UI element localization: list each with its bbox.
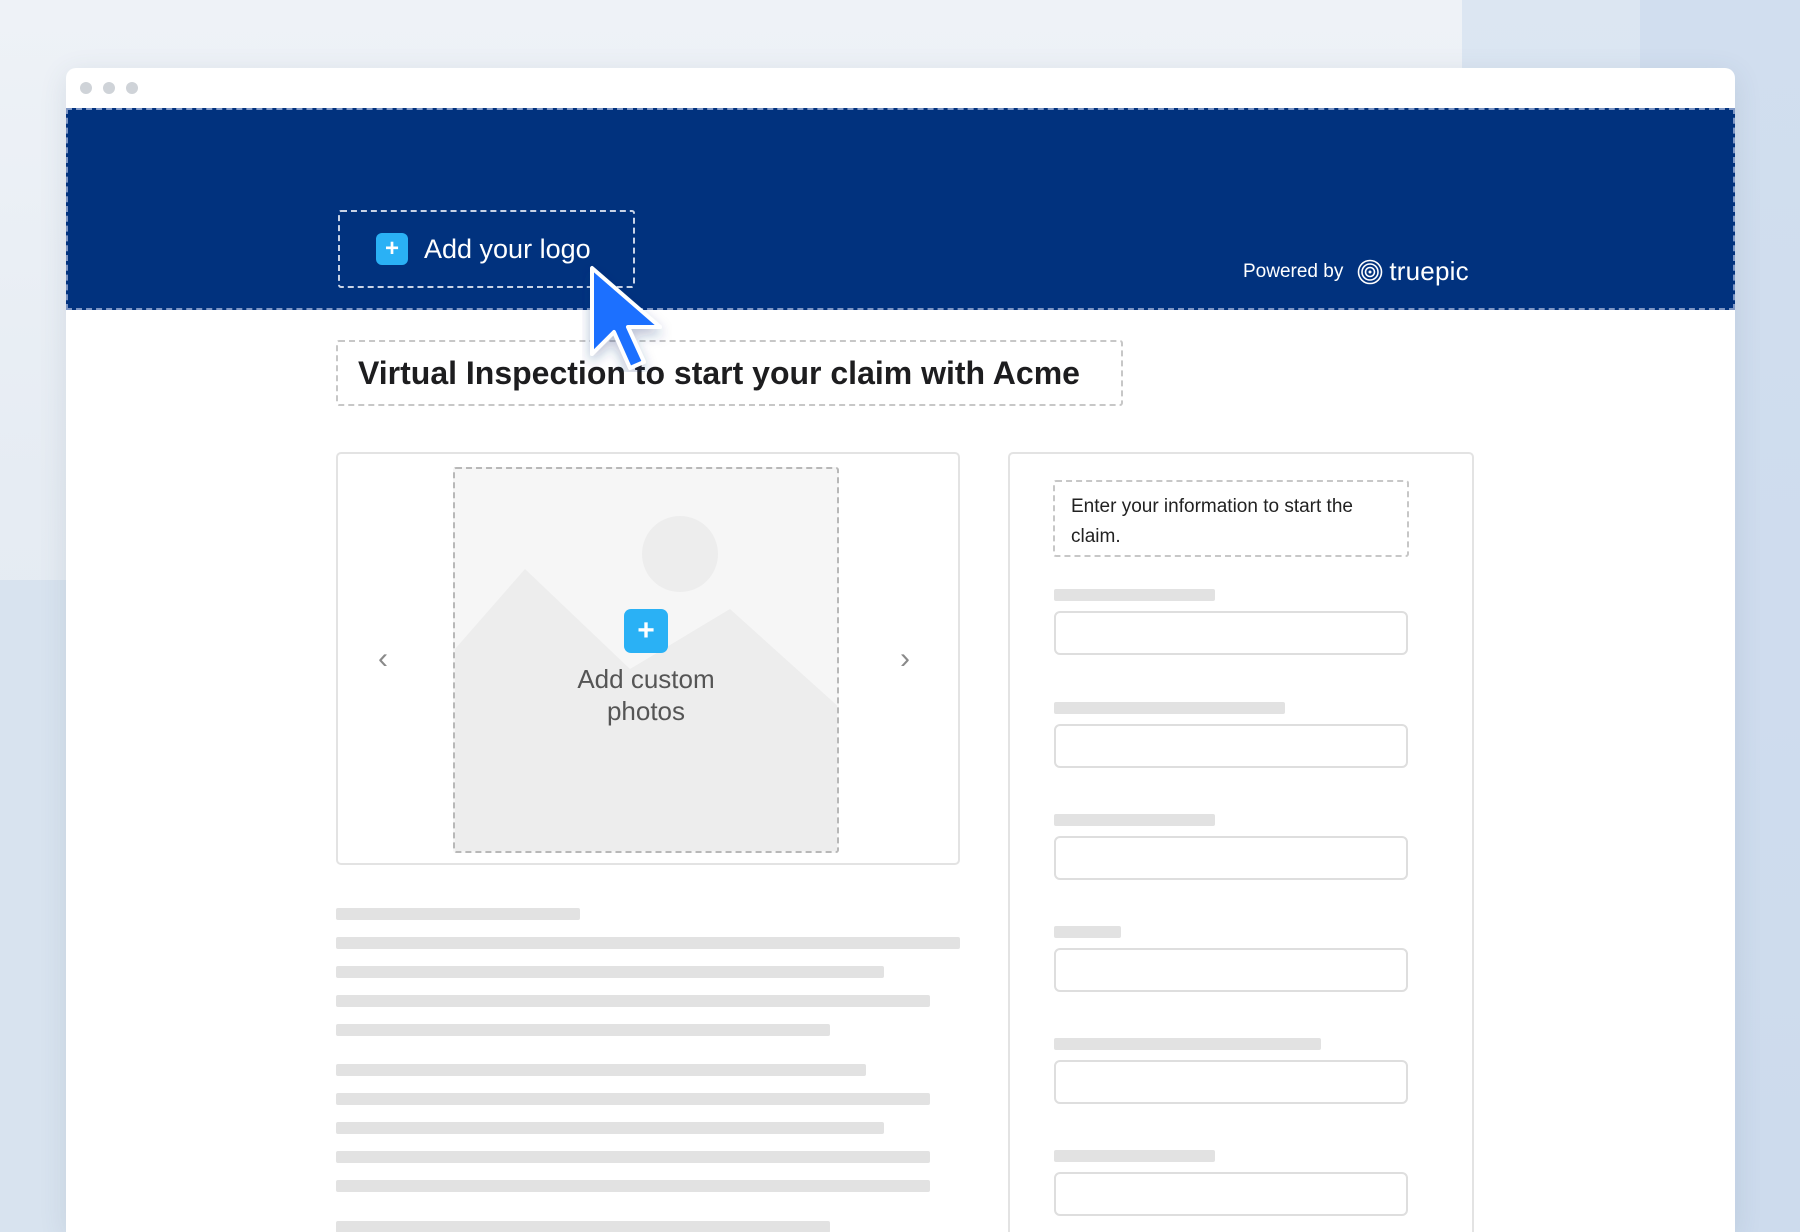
window-titlebar bbox=[66, 68, 1735, 108]
window-control-dot[interactable] bbox=[126, 82, 138, 94]
powered-by: Powered by truepic bbox=[1243, 256, 1469, 287]
form-input-field[interactable] bbox=[1054, 1172, 1408, 1216]
text-placeholder-line bbox=[336, 937, 960, 949]
text-placeholder-line bbox=[336, 1122, 884, 1134]
text-placeholder-line bbox=[336, 1024, 830, 1036]
form-input-field[interactable] bbox=[1054, 1060, 1408, 1104]
form-intro-text: Enter your information to start the clai… bbox=[1071, 496, 1353, 547]
text-placeholder-line bbox=[336, 1151, 930, 1163]
add-photos-button[interactable]: + Add custom photos bbox=[453, 467, 839, 853]
photo-gallery: ‹ + Add custom photos › bbox=[336, 452, 960, 865]
chevron-left-icon[interactable]: ‹ bbox=[378, 644, 388, 674]
text-placeholder-line bbox=[336, 995, 930, 1007]
truepic-logo: truepic bbox=[1389, 256, 1469, 286]
text-placeholder-line bbox=[336, 1093, 930, 1105]
form-input-field[interactable] bbox=[1054, 948, 1408, 992]
field-label-placeholder bbox=[1054, 702, 1285, 714]
form-input-field[interactable] bbox=[1054, 836, 1408, 880]
field-label-placeholder bbox=[1054, 1150, 1215, 1162]
text-placeholder-line bbox=[336, 966, 884, 978]
text-placeholder-line bbox=[336, 1221, 830, 1232]
text-placeholder-line bbox=[336, 1064, 866, 1076]
field-label-placeholder bbox=[1054, 926, 1121, 938]
add-logo-label: Add your logo bbox=[424, 233, 591, 264]
claim-form: Enter your information to start the clai… bbox=[1008, 452, 1474, 1232]
add-photos-label: Add custom photos bbox=[577, 664, 715, 726]
window-control-dot[interactable] bbox=[80, 82, 92, 94]
plus-icon: + bbox=[376, 233, 408, 265]
title-edit-slot[interactable]: Virtual Inspection to start your claim w… bbox=[336, 340, 1123, 406]
intro-edit-slot[interactable]: Enter your information to start the clai… bbox=[1053, 480, 1409, 557]
field-label-placeholder bbox=[1054, 1038, 1321, 1050]
chevron-right-icon[interactable]: › bbox=[900, 644, 910, 674]
mouse-pointer-icon bbox=[590, 266, 662, 370]
window-control-dot[interactable] bbox=[103, 82, 115, 94]
background-panel bbox=[0, 580, 70, 1232]
truepic-logo-icon bbox=[1358, 259, 1383, 284]
field-label-placeholder bbox=[1054, 814, 1215, 826]
page-title: Virtual Inspection to start your claim w… bbox=[358, 354, 1080, 391]
form-input-field[interactable] bbox=[1054, 611, 1408, 655]
plus-icon: + bbox=[624, 609, 668, 653]
field-label-placeholder bbox=[1054, 589, 1215, 601]
header-banner[interactable]: + Add your logo Powered by truepic bbox=[66, 108, 1735, 310]
text-placeholder-line bbox=[336, 1180, 930, 1192]
browser-window: + Add your logo Powered by truepic Virtu… bbox=[66, 68, 1735, 1232]
form-input-field[interactable] bbox=[1054, 724, 1408, 768]
text-placeholder-line bbox=[336, 908, 580, 920]
powered-by-label: Powered by bbox=[1243, 260, 1344, 282]
